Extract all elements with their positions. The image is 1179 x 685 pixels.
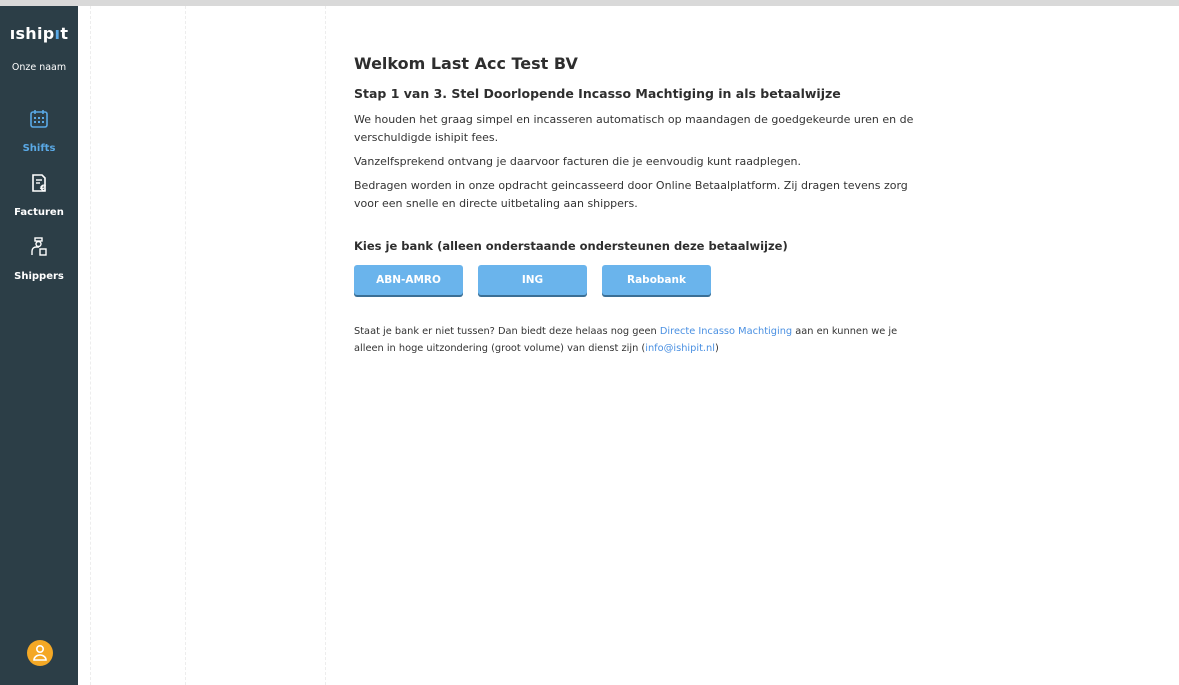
calendar-icon — [30, 110, 48, 128]
step-heading: Stap 1 van 3. Stel Doorlopende Incasso M… — [354, 86, 841, 101]
sidebar-item-shippers[interactable]: Shippers — [0, 236, 78, 283]
page-title: Welkom Last Acc Test BV — [354, 54, 578, 73]
user-icon — [33, 644, 47, 661]
svg-text:€: € — [39, 184, 46, 194]
sidebar-item-label: Facturen — [14, 207, 64, 218]
app-logo[interactable]: ıshipıt — [0, 24, 78, 43]
company-name: Onze naam — [11, 62, 67, 73]
main-content: Welkom Last Acc Test BV Stap 1 van 3. St… — [354, 54, 974, 367]
abn-amro-button[interactable]: ABN-AMRO — [354, 265, 463, 295]
sidebar-item-facturen[interactable]: € Facturen — [0, 172, 78, 219]
window-top-bar — [0, 0, 1179, 6]
ing-button[interactable]: ING — [478, 265, 587, 295]
avatar[interactable] — [27, 640, 53, 666]
unsupported-bank-note: Staat je bank er niet tussen? Dan biedt … — [354, 326, 898, 354]
invoice-paragraph: Vanzelfsprekend ontvang je daarvoor fact… — [354, 155, 801, 168]
background-guide — [325, 6, 326, 685]
rabobank-button[interactable]: Rabobank — [602, 265, 711, 295]
invoice-icon: € — [32, 174, 46, 194]
intro-paragraph: We houden het graag simpel en incasseren… — [354, 113, 914, 144]
support-email-link[interactable]: info@ishipit.nl — [645, 343, 715, 354]
direct-debit-mandate-link[interactable]: Directe Incasso Machtiging — [660, 326, 792, 337]
background-guide — [90, 6, 91, 685]
background-guide — [185, 6, 186, 685]
shippers-icon — [31, 237, 47, 256]
bank-choice-heading: Kies je bank (alleen onderstaande onders… — [354, 239, 788, 253]
sidebar-item-label: Shifts — [22, 143, 56, 154]
bank-button-group: ABN-AMRO ING Rabobank — [354, 265, 974, 295]
sidebar-item-label: Shippers — [14, 271, 64, 282]
sidebar: ıshipıt Onze naam Shifts € Facturen Ship… — [0, 6, 78, 685]
payment-platform-paragraph: Bedragen worden in onze opdracht geincas… — [354, 179, 908, 210]
sidebar-item-shifts[interactable]: Shifts — [0, 108, 78, 155]
